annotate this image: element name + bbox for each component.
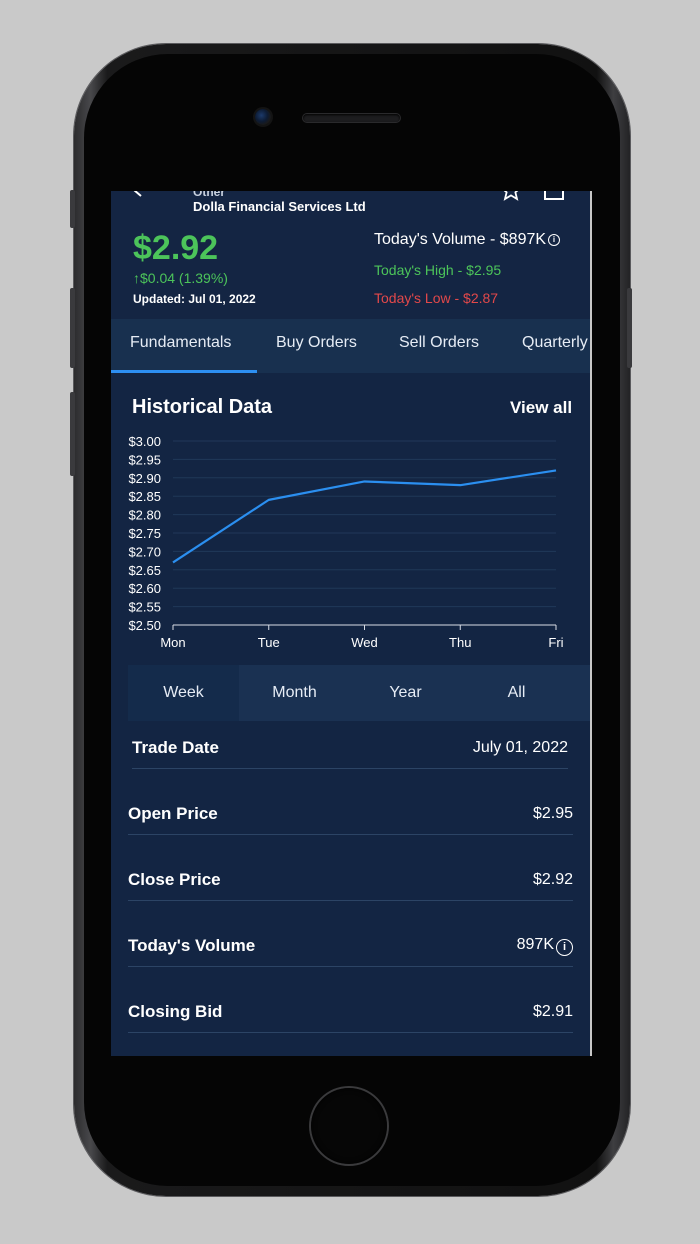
y-tick-label: $2.65	[128, 563, 161, 578]
info-icon[interactable]: i	[548, 234, 561, 246]
closing-bid-value: $2.91	[532, 1003, 573, 1020]
todays-volume-text: Today's Volume - $897K	[374, 231, 547, 248]
tab-fundamentals[interactable]: Fundamentals	[130, 319, 231, 373]
earpiece-speaker	[303, 114, 400, 122]
historical-data-title: Historical Data	[132, 396, 273, 418]
range-year[interactable]: Year	[350, 665, 461, 721]
todays-volume-label: Today's Volume	[128, 936, 256, 955]
y-tick-label: $2.60	[128, 581, 161, 596]
trade-date-value: July 01, 2022	[472, 739, 568, 756]
price-change: ↑$0.04 (1.39%)	[133, 270, 228, 286]
y-tick-label: $2.75	[128, 526, 161, 541]
time-range-selector: Week Month Year All	[128, 665, 592, 721]
x-tick-label: Tue	[258, 635, 280, 650]
app-screen: Other Dolla Financial Services Ltd $2.92…	[111, 191, 592, 1056]
tab-quarterly[interactable]: Quarterly	[522, 319, 588, 373]
todays-high: Today's High - $2.95	[374, 262, 502, 278]
mute-switch	[70, 190, 75, 228]
bookmark-icon[interactable]	[500, 191, 522, 201]
open-price-value: $2.95	[532, 805, 573, 822]
y-tick-label: $3.00	[128, 434, 161, 449]
y-tick-label: $2.80	[128, 508, 161, 523]
up-arrow-icon: ↑	[133, 270, 140, 286]
row-divider	[128, 834, 573, 835]
power-button	[627, 288, 632, 368]
close-price-label: Close Price	[128, 870, 221, 889]
todays-low: Today's Low - $2.87	[374, 290, 499, 306]
close-price-value: $2.92	[532, 871, 573, 888]
y-tick-label: $2.85	[128, 489, 161, 504]
x-tick-label: Fri	[548, 635, 563, 650]
row-divider	[128, 966, 573, 967]
home-button[interactable]	[311, 1088, 387, 1164]
active-tab-indicator	[111, 370, 257, 373]
historical-price-chart: $3.00 $2.95 $2.90 $2.85 $2.80 $2.75 $2.70 $2.65…	[128, 434, 563, 650]
volume-down-button	[70, 392, 75, 476]
price-series-line	[172, 469, 557, 564]
range-month[interactable]: Month	[239, 665, 350, 721]
tab-buy-orders[interactable]: Buy Orders	[276, 319, 357, 373]
todays-volume: Today's Volume - $897K i	[374, 231, 561, 249]
tab-sell-orders[interactable]: Sell Orders	[399, 319, 479, 373]
company-name: Dolla Financial Services Ltd	[193, 199, 366, 214]
y-tick-label: $2.90	[128, 471, 161, 486]
todays-volume-value: 897K	[516, 936, 554, 953]
row-divider	[128, 1032, 573, 1033]
current-price: $2.92	[133, 229, 219, 267]
price-change-value: $0.04 (1.39%)	[140, 270, 228, 286]
open-price-label: Open Price	[128, 804, 218, 823]
row-divider	[132, 768, 568, 769]
todays-volume-value-row: 897K i	[517, 936, 573, 956]
section-tabs: Fundamentals Buy Orders Sell Orders Quar…	[111, 319, 592, 373]
y-tick-label: $2.95	[128, 452, 161, 467]
volume-up-button	[70, 288, 75, 368]
x-tick-label: Wed	[351, 635, 378, 650]
back-arrow-icon[interactable]	[131, 191, 145, 197]
stock-header: Other Dolla Financial Services Ltd $2.92…	[111, 191, 592, 319]
range-week[interactable]: Week	[128, 665, 239, 721]
screen-edge	[590, 191, 592, 1056]
y-tick-label: $2.55	[128, 600, 161, 615]
closing-bid-label: Closing Bid	[128, 1002, 223, 1021]
share-icon[interactable]	[543, 191, 565, 201]
x-tick-label: Mon	[160, 635, 185, 650]
stock-category: Other	[193, 191, 226, 199]
y-tick-label: $2.50	[128, 618, 161, 633]
y-tick-label: $2.70	[128, 544, 161, 559]
row-divider	[128, 900, 573, 901]
front-camera	[255, 109, 271, 125]
updated-date: Updated: Jul 01, 2022	[133, 292, 256, 306]
range-all[interactable]: All	[461, 665, 572, 721]
x-tick-label: Thu	[449, 635, 471, 650]
trade-date-label: Trade Date	[132, 738, 219, 757]
view-all-link[interactable]: View all	[510, 398, 572, 418]
volume-info-icon[interactable]: i	[556, 939, 573, 956]
